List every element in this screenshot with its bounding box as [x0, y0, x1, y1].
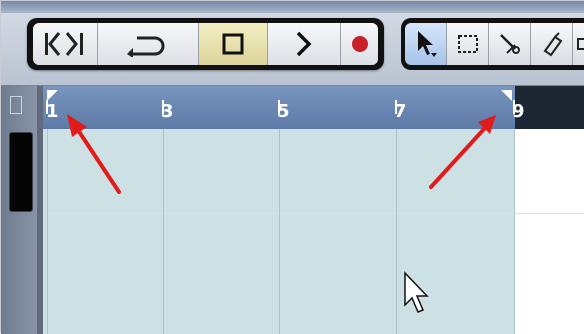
range-select-icon: [457, 35, 478, 53]
bar-label: 3: [161, 101, 174, 122]
level-meter: [9, 132, 33, 212]
track-divider: [43, 213, 584, 214]
track-list-rail: [1, 86, 37, 334]
bar-label: 9: [512, 101, 525, 122]
tool-palette: [401, 18, 584, 70]
bar-label: 5: [277, 101, 290, 122]
stop-button[interactable]: [199, 23, 268, 65]
play-button[interactable]: [268, 23, 341, 65]
bar-label: 7: [394, 101, 407, 122]
bar-gridline: [279, 129, 280, 334]
right-locator-marker[interactable]: [501, 90, 512, 101]
record-button[interactable]: [341, 23, 378, 65]
arrange-grid[interactable]: [43, 129, 584, 334]
glue-tool-button[interactable]: [531, 23, 573, 65]
bar-gridline: [396, 129, 397, 334]
left-locator-marker[interactable]: [47, 90, 58, 101]
transport-panel: [27, 18, 384, 70]
toolbar: [1, 1, 584, 86]
pointer-icon: [417, 31, 437, 57]
play-icon: [296, 31, 312, 57]
skip-start-end-icon: [45, 32, 83, 56]
erase-icon: [577, 38, 584, 50]
track-toggle[interactable]: [10, 96, 22, 114]
glue-icon: [543, 32, 562, 57]
cycle-icon: [127, 36, 165, 57]
goto-start-end-button[interactable]: [33, 23, 98, 65]
scissors-icon: [499, 34, 520, 54]
range-select-tool-button[interactable]: [447, 23, 489, 65]
daw-window: 1 3 5 7 9: [0, 0, 584, 334]
bar-label: 1: [46, 101, 59, 122]
pointer-tool-button[interactable]: [405, 23, 447, 65]
split-tool-button[interactable]: [489, 23, 531, 65]
stop-icon: [222, 33, 244, 55]
toolbar-top-strip: [1, 1, 584, 13]
bar-gridline: [47, 129, 48, 334]
bar-gridline: [163, 129, 164, 334]
timeline-ruler[interactable]: 1 3 5 7 9: [43, 86, 584, 129]
bar-gridline: [514, 129, 515, 334]
cycle-button[interactable]: [98, 23, 199, 65]
record-icon: [351, 36, 368, 52]
erase-tool-button[interactable]: [573, 23, 584, 65]
